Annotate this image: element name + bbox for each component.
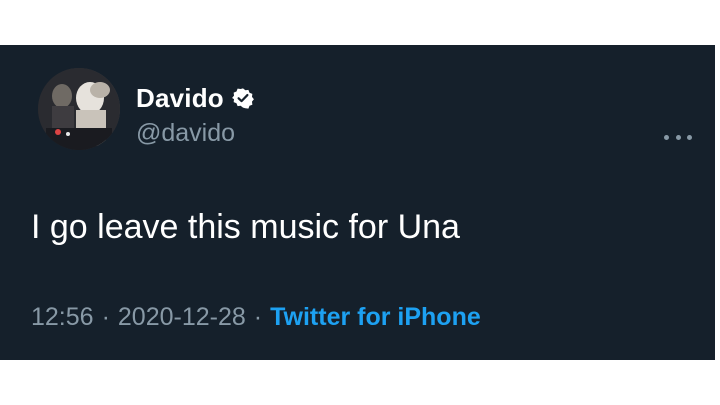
more-dot [675,134,681,140]
more-dot [664,134,669,140]
meta-separator: · [253,303,263,331]
avatar[interactable] [38,68,120,150]
display-name-row: Davido [136,83,254,113]
tweet-time[interactable]: 12:56 [31,303,94,332]
display-name[interactable]: Davido [136,83,224,114]
screenshot-frame: Davido @davido I go leave this music for… [0,0,720,405]
tweet-meta: 12:56 · 2020-12-28 · Twitter for iPhone [31,303,481,332]
tweet-date[interactable]: 2020-12-28 [118,303,246,332]
user-handle[interactable]: @davido [136,119,235,148]
edge-strip [715,45,720,360]
tweet-card: Davido @davido I go leave this music for… [0,45,715,360]
verified-badge-icon [231,87,254,109]
more-dot [687,134,692,140]
tweet-source-link[interactable]: Twitter for iPhone [270,303,481,332]
meta-separator: · [101,303,110,331]
avatar-photo [38,68,120,150]
more-options-icon[interactable] [664,133,692,141]
tweet-text: I go leave this music for Una [31,208,460,246]
